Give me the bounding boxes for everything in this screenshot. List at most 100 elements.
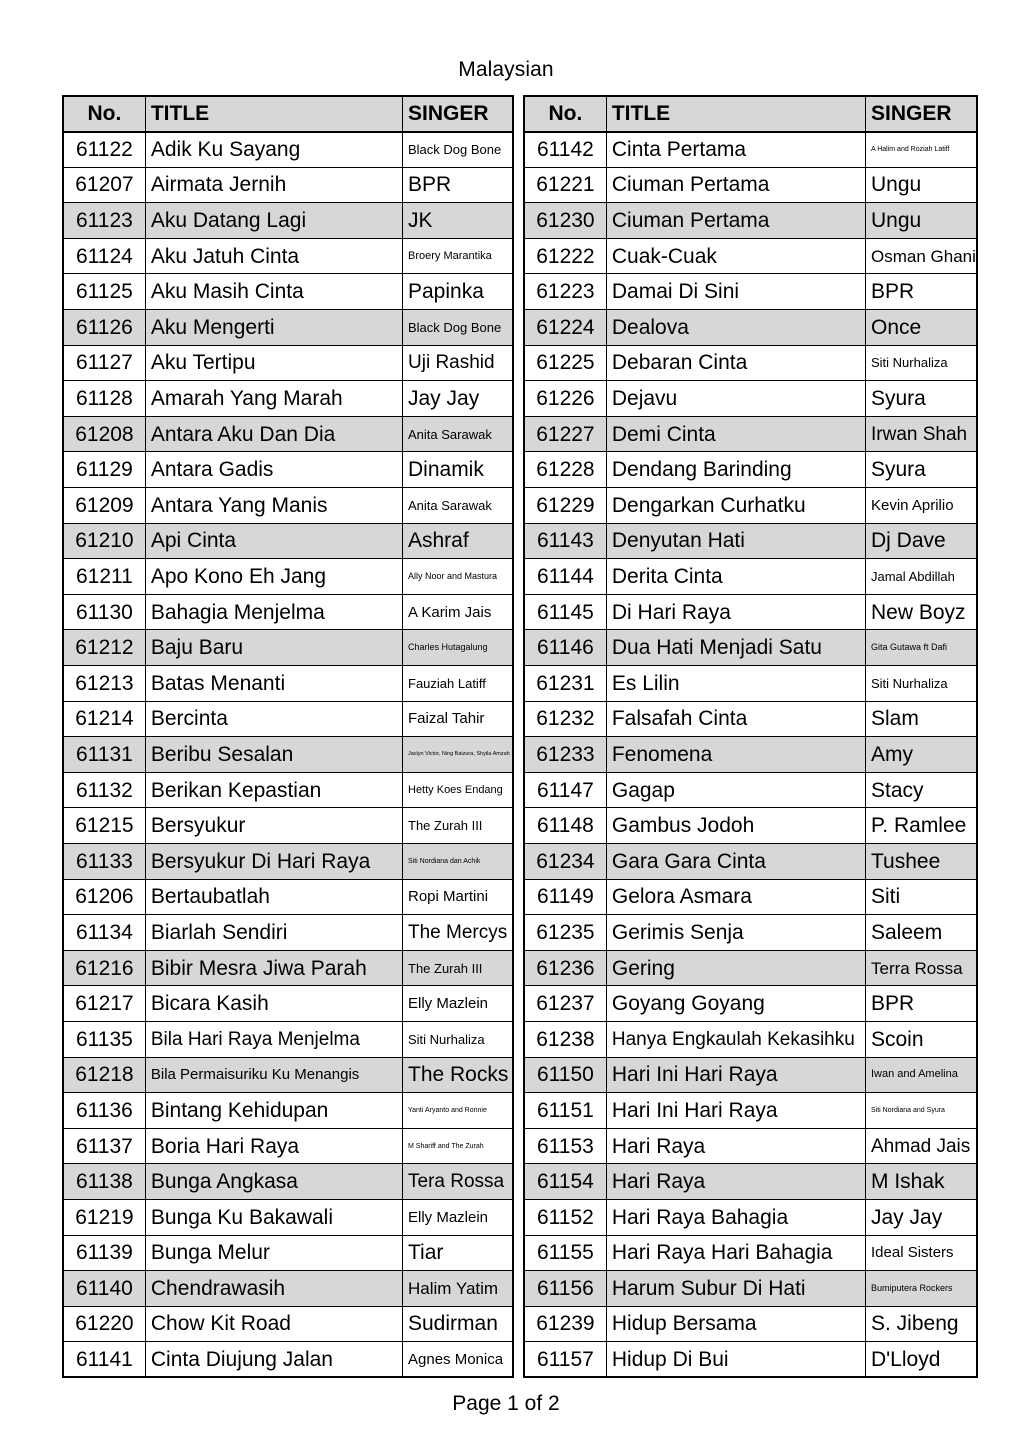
cell-no: 61130 [61, 593, 146, 631]
cell-singer: Amy [865, 736, 978, 773]
cell-title: Gerimis Senja [605, 914, 867, 951]
cell-title: Demi Cinta [605, 415, 867, 453]
table-row: 61152 Hari Raya Bahagia Jay Jay [522, 1198, 978, 1236]
cell-title: Gara Gara Cinta [605, 842, 867, 880]
cell-no: 61224 [522, 309, 607, 346]
table-row: 61155 Hari Raya Hari Bahagia Ideal Sisters [522, 1234, 978, 1272]
table-row: 61218 Bila Permaisuriku Ku Menangis The Ro… [61, 1056, 514, 1094]
cell-no: 61143 [522, 522, 607, 560]
table-row: 61227 Demi Cinta Irwan Shah [522, 415, 978, 453]
cell-title: Chow Kit Road [144, 1305, 404, 1343]
cell-singer: Syura [865, 380, 978, 417]
cell-title: Bersyukur Di Hari Raya [144, 842, 404, 880]
cell-singer: Black Dog Bone [402, 309, 514, 346]
table-row: 61127 Aku Tertipu Uji Rashid [61, 344, 514, 382]
cell-title: Chendrawasih [144, 1270, 404, 1307]
table-row: 61122 Adik Ku Sayang Black Dog Bone [61, 131, 514, 168]
cell-singer: Siti Nordiana dan Achik [402, 842, 514, 880]
cell-singer: Gita Gutawa ft Dafi [865, 629, 978, 666]
cell-no: 61135 [61, 1020, 146, 1058]
table-row: 61128 Amarah Yang Marah Jay Jay [61, 380, 514, 417]
column-header-title: TITLE [144, 95, 404, 133]
cell-title: Gagap [605, 771, 867, 809]
table-row: 61228 Dendang Barinding Syura [522, 451, 978, 489]
cell-title: Bercinta [144, 700, 404, 738]
table-row: 61220 Chow Kit Road Sudirman [61, 1305, 514, 1343]
cell-singer: Ally Noor and Mastura [402, 558, 514, 595]
cell-singer: P. Ramlee [865, 807, 978, 844]
cell-title: Bunga Ku Bakawali [144, 1198, 404, 1236]
cell-singer: Ungu [865, 202, 978, 239]
cell-singer: Faizal Tahir [402, 700, 514, 738]
cell-no: 61227 [522, 415, 607, 453]
right-table-body: 61142 Cinta Pertama A Halim and Roziah Lat… [522, 131, 978, 1379]
cell-no: 61153 [522, 1127, 607, 1165]
cell-singer: Papinka [402, 273, 514, 311]
cell-singer: M Shariff and The Zurah [402, 1127, 514, 1165]
cell-singer: Ropi Martini [402, 878, 514, 916]
cell-singer: Charles Hutagalung [402, 629, 514, 666]
cell-singer: Anita Sarawak [402, 415, 514, 453]
cell-singer: Siti [865, 878, 978, 916]
cell-title: Cuak-Cuak [605, 237, 867, 275]
table-row: 61207 Airmata Jernih BPR [61, 166, 514, 204]
cell-no: 61141 [61, 1341, 146, 1379]
table-row: 61146 Dua Hati Menjadi Satu Gita Gutawa ft… [522, 629, 978, 666]
table-row: 61225 Debaran Cinta Siti Nurhaliza [522, 344, 978, 382]
cell-title: Hari Raya Hari Bahagia [605, 1234, 867, 1272]
cell-singer: Scoin [865, 1020, 978, 1058]
cell-singer: Bumiputera Rockers [865, 1270, 978, 1307]
table-row: 61130 Bahagia Menjelma A Karim Jais [61, 593, 514, 631]
cell-no: 61218 [61, 1056, 146, 1094]
right-table-header: No. TITLE SINGER [522, 95, 978, 133]
cell-singer: Black Dog Bone [402, 131, 514, 168]
cell-singer: Syura [865, 451, 978, 489]
cell-title: Ciuman Pertama [605, 166, 867, 204]
cell-title: Aku Mengerti [144, 309, 404, 346]
column-header-singer: SINGER [865, 95, 978, 133]
cell-title: Dua Hati Menjadi Satu [605, 629, 867, 666]
cell-singer: Terra Rossa [865, 949, 978, 987]
cell-singer: Agnes Monica [402, 1341, 514, 1379]
cell-singer: Ungu [865, 166, 978, 204]
cell-title: Hari Raya [605, 1163, 867, 1200]
cell-singer: Siti Nurhaliza [865, 665, 978, 702]
cell-title: Ciuman Pertama [605, 202, 867, 239]
cell-no: 61152 [522, 1198, 607, 1236]
cell-singer: Osman Ghani [865, 237, 978, 275]
cell-no: 61213 [61, 665, 146, 702]
table-row: 61143 Denyutan Hati Dj Dave [522, 522, 978, 560]
left-table: No. TITLE SINGER 61122 Adik Ku Sayang Blac… [61, 95, 514, 1379]
cell-no: 61139 [61, 1234, 146, 1272]
table-row: 61123 Aku Datang Lagi JK [61, 202, 514, 239]
cell-singer: BPR [402, 166, 514, 204]
cell-title: Beribu Sesalan [144, 736, 404, 773]
cell-title: Dejavu [605, 380, 867, 417]
page-title: Malaysian [458, 58, 554, 81]
cell-singer: Elly Mazlein [402, 1198, 514, 1236]
cell-no: 61237 [522, 985, 607, 1022]
table-row: 61210 Api Cinta Ashraf [61, 522, 514, 560]
table-row: 61235 Gerimis Senja Saleem [522, 914, 978, 951]
cell-title: Bunga Angkasa [144, 1163, 404, 1200]
cell-singer: Tera Rossa [402, 1163, 514, 1200]
cell-title: Bicara Kasih [144, 985, 404, 1022]
table-row: 61148 Gambus Jodoh P. Ramlee [522, 807, 978, 844]
cell-title: Gering [605, 949, 867, 987]
table-row: 61231 Es Lilin Siti Nurhaliza [522, 665, 978, 702]
table-row: 61215 Bersyukur The Zurah III [61, 807, 514, 844]
cell-no: 61212 [61, 629, 146, 666]
cell-title: Di Hari Raya [605, 593, 867, 631]
cell-no: 61123 [61, 202, 146, 239]
table-row: 61237 Goyang Goyang BPR [522, 985, 978, 1022]
cell-singer: Dj Dave [865, 522, 978, 560]
table-row: 61230 Ciuman Pertama Ungu [522, 202, 978, 239]
cell-no: 61223 [522, 273, 607, 311]
cell-no: 61149 [522, 878, 607, 916]
cell-singer: Broery Marantika [402, 237, 514, 275]
cell-title: Cinta Diujung Jalan [144, 1341, 404, 1379]
header-row: No. TITLE SINGER [522, 95, 978, 133]
cell-no: 61146 [522, 629, 607, 666]
cell-title: Amarah Yang Marah [144, 380, 404, 417]
cell-no: 61219 [61, 1198, 146, 1236]
